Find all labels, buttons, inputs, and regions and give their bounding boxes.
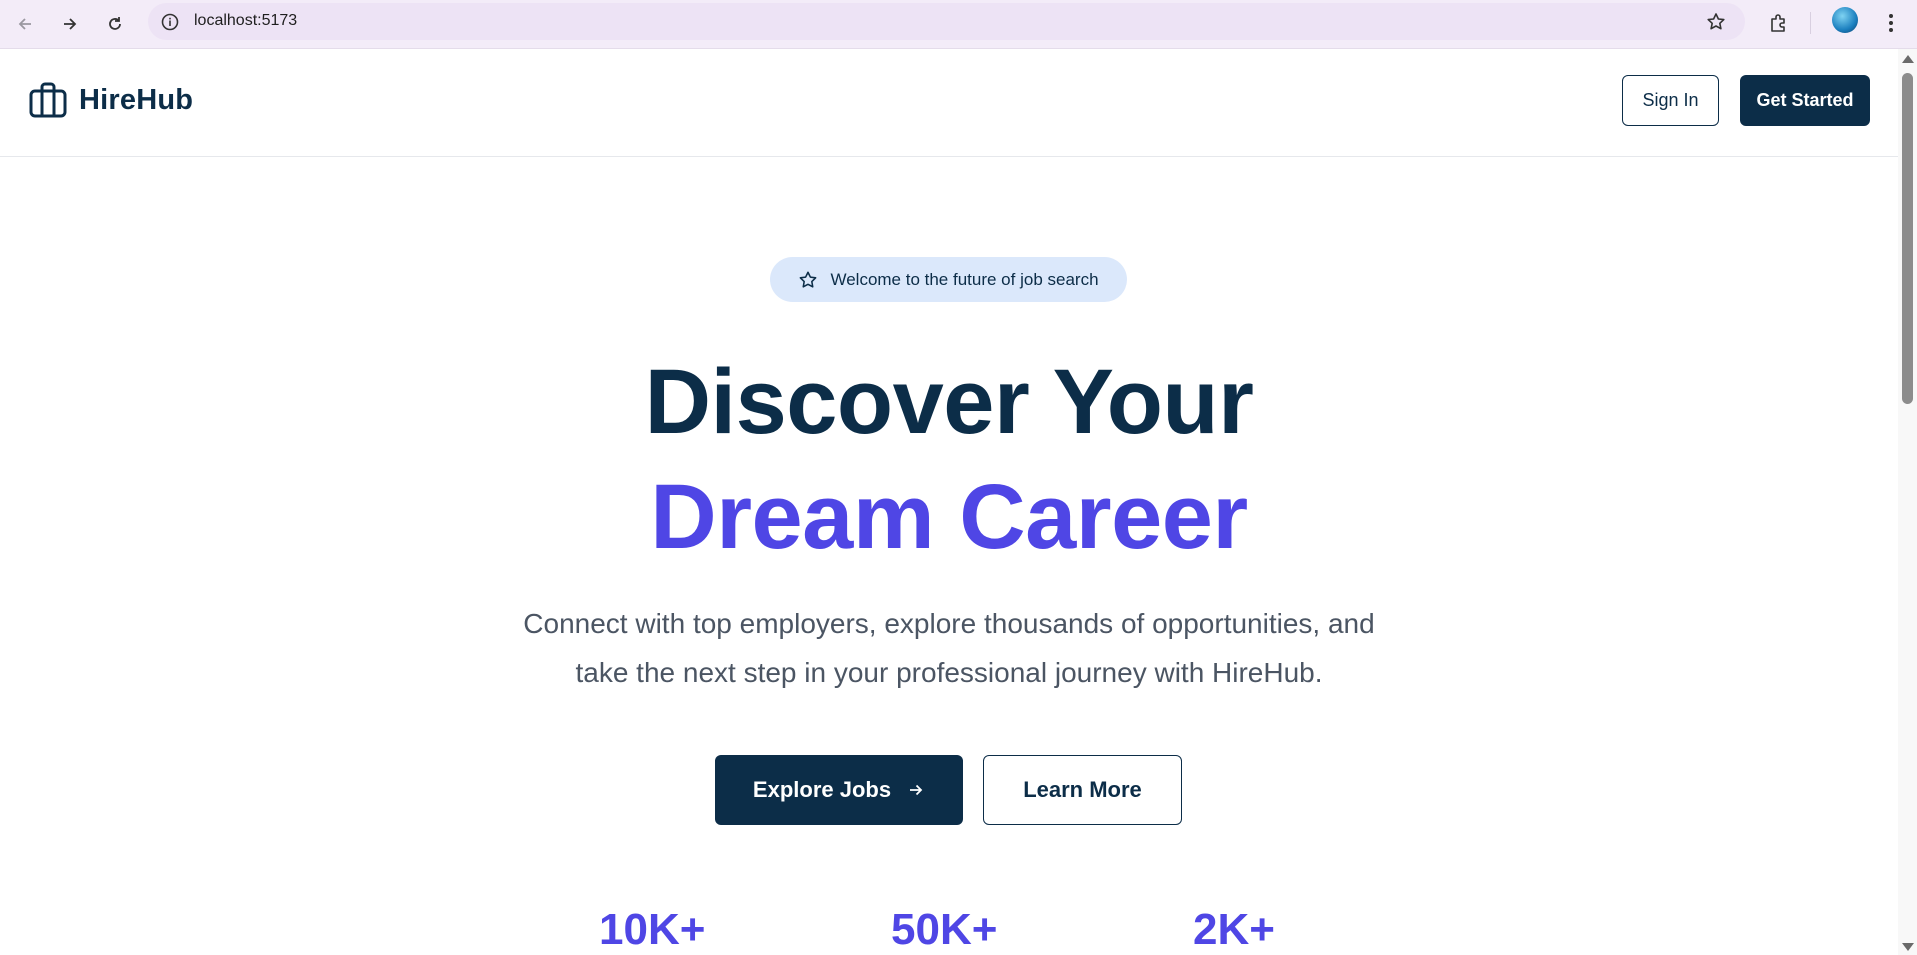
badge-text: Welcome to the future of job search: [830, 269, 1099, 289]
stat-value: 2K+: [1193, 905, 1275, 954]
hero-title-line2: Dream Career: [650, 466, 1248, 568]
learn-more-button[interactable]: Learn More: [983, 755, 1182, 825]
subtitle-line1: Connect with top employers, explore thou…: [523, 608, 1375, 639]
explore-jobs-button[interactable]: Explore Jobs: [715, 755, 963, 825]
scroll-down-arrow[interactable]: [1902, 943, 1914, 951]
back-button[interactable]: [9, 8, 41, 40]
forward-arrow-icon: [64, 18, 77, 30]
brand-logo[interactable]: HireHub: [29, 82, 193, 118]
explore-jobs-label: Explore Jobs: [752, 777, 892, 802]
toolbar-separator: [1810, 12, 1811, 34]
site-header: HireHub Sign In Get Started: [0, 49, 1898, 157]
stat-value: 10K+: [599, 905, 706, 954]
browser-toolbar: localhost:5173: [0, 0, 1917, 49]
reload-icon: [109, 17, 121, 30]
welcome-badge: Welcome to the future of job search: [770, 257, 1127, 302]
page-scrollbar[interactable]: [1898, 49, 1917, 955]
more-menu-button[interactable]: [1876, 8, 1906, 38]
url-text[interactable]: localhost:5173: [194, 12, 297, 30]
scroll-up-arrow[interactable]: [1902, 55, 1914, 63]
briefcase-icon: [29, 82, 67, 118]
site-info-icon[interactable]: [160, 12, 180, 32]
hero-title-line1: Discover Your: [644, 351, 1254, 453]
address-bar[interactable]: localhost:5173: [148, 3, 1745, 40]
profile-avatar[interactable]: [1832, 7, 1858, 33]
bookmark-star-icon[interactable]: [1705, 11, 1727, 33]
back-arrow-icon: [18, 18, 31, 30]
hero-subtitle: Connect with top employers, explore thou…: [470, 599, 1428, 697]
reload-button[interactable]: [99, 8, 131, 40]
star-icon: [800, 271, 817, 288]
extensions-button[interactable]: [1764, 8, 1794, 38]
get-started-button[interactable]: Get Started: [1740, 75, 1870, 126]
stat-value: 50K+: [891, 905, 998, 954]
brand-name: HireHub: [79, 83, 194, 116]
forward-button[interactable]: [54, 8, 86, 40]
arrow-right-icon: [910, 784, 923, 796]
sign-in-button[interactable]: Sign In: [1622, 75, 1719, 126]
scroll-thumb[interactable]: [1902, 73, 1913, 404]
subtitle-line2: take the next step in your professional …: [575, 657, 1323, 688]
more-menu-icon: [1889, 14, 1893, 32]
extensions-icon: [1771, 14, 1785, 32]
